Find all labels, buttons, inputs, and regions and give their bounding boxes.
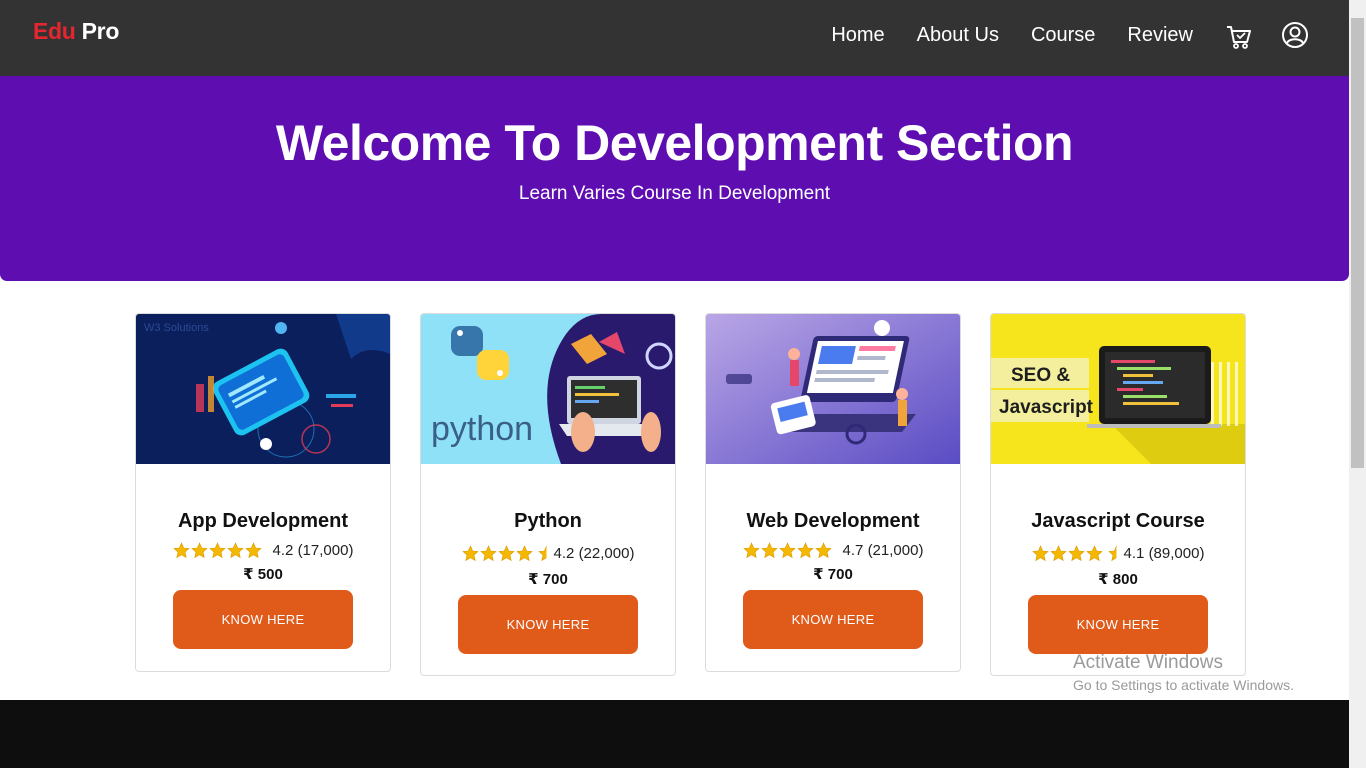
rating-stars — [742, 542, 833, 559]
w3-solutions-text: W3 Solutions — [144, 322, 209, 334]
javascript-text: Javascript — [999, 397, 1094, 418]
nav-links: Home About Us Course Review — [831, 21, 1309, 49]
course-title: Web Development — [746, 510, 920, 532]
star-icon — [497, 545, 515, 562]
nav-link-home[interactable]: Home — [831, 24, 884, 47]
course-price: ₹ 700 — [813, 566, 853, 583]
hero-subtitle: Learn Varies Course In Development — [518, 183, 831, 204]
rating-row: 4.2 (17,000) — [136, 542, 390, 559]
rating-text: 4.2 (17,000) — [272, 542, 354, 559]
app-development-image: W3 Solutions — [136, 314, 390, 464]
nav-link-course[interactable]: Course — [1031, 24, 1095, 47]
star-icon — [760, 542, 778, 559]
star-icon — [1085, 545, 1103, 562]
half-star-icon — [537, 545, 547, 562]
user-icon[interactable] — [1281, 21, 1309, 49]
course-price: ₹ 500 — [243, 566, 283, 583]
know-here-button[interactable]: KNOW HERE — [743, 590, 923, 649]
star-icon — [814, 542, 832, 559]
scrollbar-thumb[interactable] — [1351, 18, 1364, 468]
rating-row: 4.2 (22,000) — [421, 545, 675, 562]
navbar: Edu Pro Home About Us Course Review — [0, 0, 1349, 76]
course-card-javascript-course: SEO & Javascript Javascript Course 4.1 (… — [990, 313, 1246, 676]
course-price: ₹ 700 — [528, 571, 568, 588]
watermark-subtitle: Go to Settings to activate Windows. — [1073, 677, 1294, 693]
nav-link-about-us[interactable]: About Us — [917, 24, 999, 47]
course-card-web-development: Web Development 4.7 (21,000) ₹ 700 KNOW … — [705, 313, 961, 672]
python-image: python — [421, 314, 675, 464]
web-development-image — [706, 314, 960, 464]
activate-windows-watermark: Activate Windows Go to Settings to activ… — [1073, 652, 1294, 693]
footer — [0, 700, 1349, 768]
star-icon — [172, 542, 190, 559]
star-icon — [1031, 545, 1049, 562]
star-icon — [244, 542, 262, 559]
javascript-course-image: SEO & Javascript — [991, 314, 1245, 464]
course-card-app-development: W3 Solutions App Development 4.2 (17,000… — [135, 313, 391, 672]
course-card-python: python Python 4.2 (22,000) ₹ 700 KNOW HE… — [420, 313, 676, 676]
vertical-scrollbar[interactable] — [1349, 0, 1366, 768]
hero-title: Welcome To Development Section — [275, 115, 1074, 171]
course-title: Python — [514, 510, 582, 532]
star-icon — [778, 542, 796, 559]
star-icon — [1067, 545, 1085, 562]
brand-part-pro: Pro — [81, 18, 120, 44]
star-icon — [208, 542, 226, 559]
rating-stars — [461, 545, 552, 562]
rating-stars — [172, 542, 263, 559]
star-icon — [742, 542, 760, 559]
python-logo-text: python — [431, 410, 533, 448]
rating-row: 4.1 (89,000) — [991, 545, 1245, 562]
rating-stars — [1031, 545, 1122, 562]
star-icon — [796, 542, 814, 559]
know-here-button[interactable]: KNOW HERE — [173, 590, 353, 649]
star-icon — [226, 542, 244, 559]
star-icon — [1049, 545, 1067, 562]
rating-text: 4.2 (22,000) — [553, 545, 635, 562]
course-title: Javascript Course — [1031, 510, 1205, 532]
star-icon — [190, 542, 208, 559]
rating-row: 4.7 (21,000) — [706, 542, 960, 559]
cart-icon[interactable] — [1225, 23, 1253, 51]
rating-text: 4.1 (89,000) — [1123, 545, 1205, 562]
star-icon — [479, 545, 497, 562]
star-icon — [515, 545, 533, 562]
know-here-button[interactable]: KNOW HERE — [1028, 595, 1208, 654]
brand-logo[interactable]: Edu Pro — [33, 18, 119, 45]
course-price: ₹ 800 — [1098, 571, 1138, 588]
nav-link-review[interactable]: Review — [1127, 24, 1193, 47]
seo-text: SEO & — [1011, 365, 1070, 386]
course-title: App Development — [177, 510, 349, 532]
rating-text: 4.7 (21,000) — [842, 542, 924, 559]
hero-banner: Welcome To Development Section Learn Var… — [0, 76, 1349, 281]
half-star-icon — [1107, 545, 1117, 562]
star-icon — [461, 545, 479, 562]
watermark-title: Activate Windows — [1073, 652, 1223, 673]
brand-part-edu: Edu — [33, 18, 76, 44]
know-here-button[interactable]: KNOW HERE — [458, 595, 638, 654]
course-cards: W3 Solutions App Development 4.2 (17,000… — [135, 313, 1246, 676]
